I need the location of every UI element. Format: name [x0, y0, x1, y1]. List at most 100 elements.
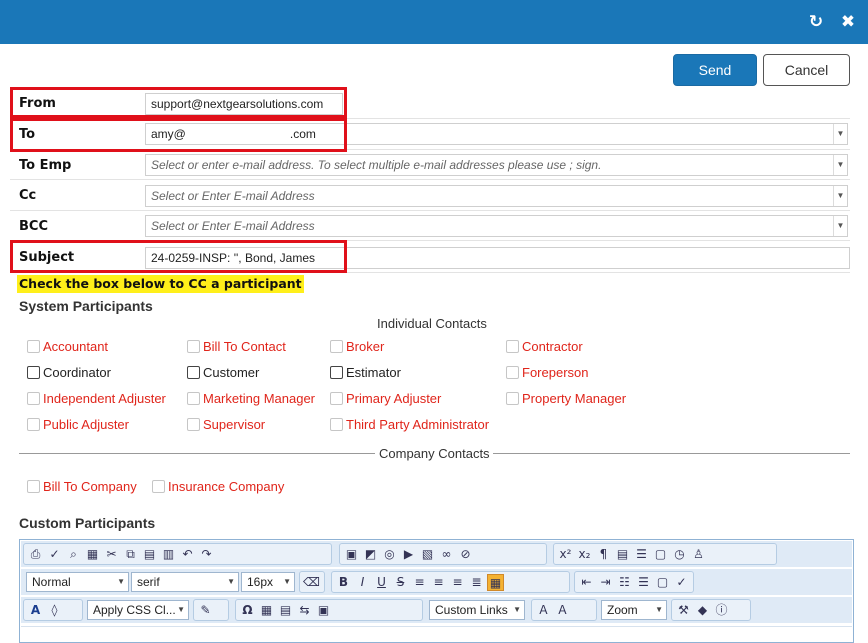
paste-icon[interactable]: ▤	[141, 546, 158, 563]
checkbox-box[interactable]	[330, 340, 343, 353]
checkbox-contractor[interactable]: Contractor	[506, 339, 583, 355]
checkbox-box[interactable]	[330, 418, 343, 431]
checkbox-box[interactable]	[27, 366, 40, 379]
paste-options-icon[interactable]: ▥	[160, 546, 177, 563]
spellcheck-icon[interactable]: ✓	[46, 546, 63, 563]
checkbox-bill-to-company[interactable]: Bill To Company	[27, 479, 137, 495]
cancel-button[interactable]: Cancel	[763, 54, 850, 86]
to-emp-field[interactable]: Select or enter e-mail address. To selec…	[145, 154, 848, 176]
italic-icon[interactable]: I	[354, 574, 371, 591]
date-time-icon[interactable]: ◷	[671, 546, 688, 563]
chevron-down-icon[interactable]: ▼	[833, 155, 847, 175]
symbol-icon[interactable]: Ω	[239, 602, 256, 619]
numbered-list-icon[interactable]: ☷	[616, 574, 633, 591]
checkbox-box[interactable]	[330, 392, 343, 405]
css-class-select[interactable]: Apply CSS Cl... ▼	[87, 600, 189, 620]
redo-icon[interactable]: ↷	[198, 546, 215, 563]
horizontal-rule-icon[interactable]: ☰	[633, 546, 650, 563]
font-family-select[interactable]: serif ▼	[131, 572, 239, 592]
track-changes-icon[interactable]: ◆	[694, 602, 711, 619]
checkbox-customer[interactable]: Customer	[187, 365, 259, 381]
refresh-icon[interactable]: ↻	[806, 12, 826, 32]
link-icon[interactable]: ∞	[438, 546, 455, 563]
underline-icon[interactable]: U	[373, 574, 390, 591]
checkbox-primary-adjuster[interactable]: Primary Adjuster	[330, 391, 441, 407]
module-manager-icon[interactable]: ⚒	[675, 602, 692, 619]
checkbox-box[interactable]	[506, 392, 519, 405]
w3c-icon[interactable]: ✓	[673, 574, 690, 591]
checkbox-insurance-company[interactable]: Insurance Company	[152, 479, 284, 495]
checkbox-box[interactable]	[27, 480, 40, 493]
template-icon[interactable]: ▢	[652, 546, 669, 563]
convert-to-lower-icon[interactable]: Ａ	[535, 602, 552, 619]
bold-icon[interactable]: B	[335, 574, 352, 591]
media-icon[interactable]: ▶	[400, 546, 417, 563]
checkbox-box[interactable]	[330, 366, 343, 379]
align-right-icon[interactable]: ≡	[449, 574, 466, 591]
font-color-icon[interactable]: A	[27, 602, 44, 619]
cut-icon[interactable]: ✂	[103, 546, 120, 563]
highlight-icon[interactable]: ▦	[487, 573, 504, 591]
insert-snippet-icon[interactable]: ⇆	[296, 602, 313, 619]
chevron-down-icon[interactable]: ▼	[833, 186, 847, 206]
checkbox-box[interactable]	[152, 480, 165, 493]
editor-content-area[interactable]	[21, 626, 852, 642]
checkbox-broker[interactable]: Broker	[330, 339, 384, 355]
format-stripper-icon[interactable]: ⌫	[303, 574, 320, 591]
checkbox-box[interactable]	[506, 366, 519, 379]
checkbox-estimator[interactable]: Estimator	[330, 365, 401, 381]
checkbox-supervisor[interactable]: Supervisor	[187, 417, 265, 433]
paragraph-icon[interactable]: ¶	[595, 546, 612, 563]
checkbox-box[interactable]	[187, 418, 200, 431]
background-color-icon[interactable]: ◊	[46, 602, 63, 619]
chevron-down-icon[interactable]: ▼	[833, 124, 847, 144]
checkbox-box[interactable]	[27, 340, 40, 353]
checkbox-bill-to-contact[interactable]: Bill To Contact	[187, 339, 286, 355]
checkbox-public-adjuster[interactable]: Public Adjuster	[27, 417, 129, 433]
bulleted-list-icon[interactable]: ☰	[635, 574, 652, 591]
find-icon[interactable]: ⌕	[65, 546, 82, 563]
indent-icon[interactable]: ⇥	[597, 574, 614, 591]
checkbox-box[interactable]	[27, 418, 40, 431]
checkbox-box[interactable]	[27, 392, 40, 405]
about-icon[interactable]: ⓘ	[713, 602, 730, 619]
chevron-down-icon[interactable]: ▼	[833, 216, 847, 236]
print-icon[interactable]: ⎙	[27, 546, 44, 563]
subscript-icon[interactable]: x₂	[576, 546, 593, 563]
checkbox-independent-adjuster[interactable]: Independent Adjuster	[27, 391, 166, 407]
superscript-icon[interactable]: x²	[557, 546, 574, 563]
checkbox-box[interactable]	[187, 392, 200, 405]
image-map-icon[interactable]: ◩	[362, 546, 379, 563]
document-icon[interactable]: ▧	[419, 546, 436, 563]
image-manager-icon[interactable]: ▣	[315, 602, 332, 619]
checkbox-third-party-administrator[interactable]: Third Party Administrator	[330, 417, 489, 433]
table-icon[interactable]: ▦	[258, 602, 275, 619]
symbol-manager-icon[interactable]: ♙	[690, 546, 707, 563]
align-justify-icon[interactable]: ≣	[468, 574, 485, 591]
outdent-icon[interactable]: ⇤	[578, 574, 595, 591]
checkbox-marketing-manager[interactable]: Marketing Manager	[187, 391, 315, 407]
checkbox-accountant[interactable]: Accountant	[27, 339, 108, 355]
checkbox-box[interactable]	[187, 340, 200, 353]
undo-icon[interactable]: ↶	[179, 546, 196, 563]
image-icon[interactable]: ▣	[343, 546, 360, 563]
checkbox-box[interactable]	[187, 366, 200, 379]
custom-links-select[interactable]: Custom Links ▼	[429, 600, 525, 620]
align-left-icon[interactable]: ≡	[411, 574, 428, 591]
xhtml-validator-icon[interactable]: ▢	[654, 574, 671, 591]
copy-icon[interactable]: ⧉	[122, 546, 139, 563]
checkbox-box[interactable]	[506, 340, 519, 353]
cc-field[interactable]: Select or Enter E-mail Address ▼	[145, 185, 848, 207]
bcc-field[interactable]: Select or Enter E-mail Address ▼	[145, 215, 848, 237]
font-size-select[interactable]: 16px ▼	[241, 572, 295, 592]
send-button[interactable]: Send	[673, 54, 757, 86]
table-properties-icon[interactable]: ▤	[277, 602, 294, 619]
convert-to-upper-icon[interactable]: Ａ	[554, 602, 571, 619]
paragraph-format-select[interactable]: Normal ▼	[26, 572, 129, 592]
form-icon[interactable]: ▤	[614, 546, 631, 563]
checkbox-property-manager[interactable]: Property Manager	[506, 391, 626, 407]
select-all-icon[interactable]: ▦	[84, 546, 101, 563]
close-icon[interactable]: ✖	[838, 12, 858, 32]
checkbox-foreperson[interactable]: Foreperson	[506, 365, 588, 381]
zoom-select[interactable]: Zoom ▼	[601, 600, 667, 620]
